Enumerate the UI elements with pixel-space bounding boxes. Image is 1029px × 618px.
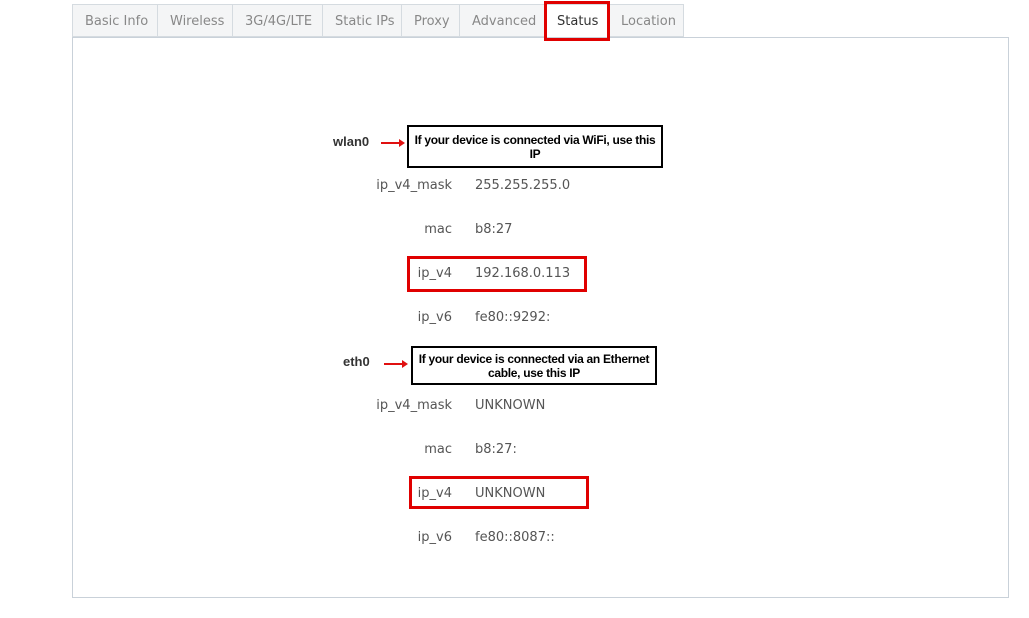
wlan0-ip-v4-row: ip_v4: [300, 264, 452, 284]
wlan0-mac-value: b8:27: [475, 222, 513, 237]
wlan0-mac-row: mac: [300, 220, 452, 240]
wlan0-ip-v6-row: ip_v6: [300, 308, 452, 328]
wlan0-note: If your device is connected via WiFi, us…: [407, 125, 663, 168]
tab-3g-4g-lte[interactable]: 3G/4G/LTE: [232, 4, 322, 37]
eth0-ip-v4-row: ip_v4: [300, 484, 452, 504]
tab-proxy[interactable]: Proxy: [401, 4, 459, 37]
tab-wireless[interactable]: Wireless: [157, 4, 232, 37]
tab-static-ips[interactable]: Static IPs: [322, 4, 401, 37]
field-label: ip_v6: [417, 530, 452, 545]
field-label: ip_v4_mask: [376, 178, 452, 193]
eth0-ip-v6-row: ip_v6: [300, 528, 452, 548]
eth0-ip-v4-mask-value: UNKNOWN: [475, 398, 546, 413]
field-label: ip_v6: [417, 310, 452, 325]
eth0-mac-value: b8:27:: [475, 442, 517, 457]
tab-basic-info[interactable]: Basic Info: [72, 4, 157, 37]
field-label: ip_v4_mask: [376, 398, 452, 413]
wlan0-ip-v6-value: fe80::9292:: [475, 310, 551, 325]
field-label: ip_v4: [417, 486, 452, 501]
tab-location[interactable]: Location: [608, 4, 684, 37]
tab-bar: Basic Info Wireless 3G/4G/LTE Static IPs…: [72, 4, 684, 38]
field-label: mac: [424, 442, 452, 457]
eth0-arrow-icon: [384, 360, 408, 368]
field-label: mac: [424, 222, 452, 237]
wlan0-ip-v4-value: 192.168.0.113: [475, 266, 571, 281]
wlan0-ip-v4-mask-value: 255.255.255.0: [475, 178, 571, 193]
eth0-ip-v4-value: UNKNOWN: [475, 486, 546, 501]
wlan0-label: wlan0: [333, 134, 370, 149]
eth0-mac-row: mac: [300, 440, 452, 460]
eth0-ip-v4-mask-row: ip_v4_mask: [300, 396, 452, 416]
eth0-ip-v6-value: fe80::8087::: [475, 530, 555, 545]
wlan0-arrow-icon: [381, 139, 405, 147]
eth0-label: eth0: [343, 354, 370, 369]
eth0-note: If your device is connected via an Ether…: [411, 346, 657, 385]
tab-advanced[interactable]: Advanced: [459, 4, 544, 37]
tab-status[interactable]: Status: [544, 4, 608, 38]
field-label: ip_v4: [417, 266, 452, 281]
wlan0-ip-v4-mask-row: ip_v4_mask: [300, 176, 452, 196]
